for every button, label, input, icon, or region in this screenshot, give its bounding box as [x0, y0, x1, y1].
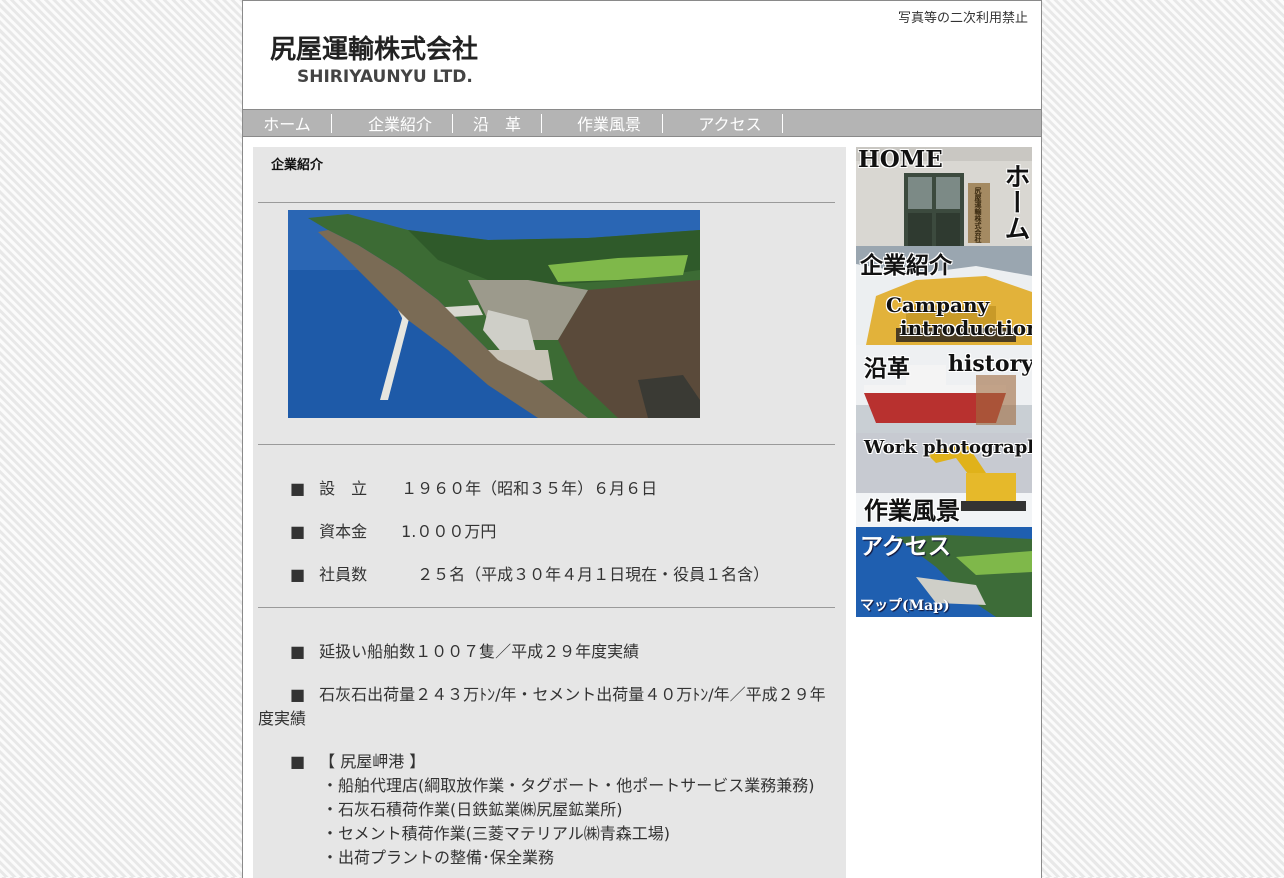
bullet-icon: ■: [290, 522, 306, 541]
company-name-en: SHIRIYAUNYU LTD.: [297, 67, 473, 87]
nav-separator: [331, 114, 332, 133]
info-port-title: ■ 【 尻屋岬港 】: [290, 752, 426, 771]
info-ships: ■ 延扱い船舶数１００７隻／平成２９年度実績: [290, 642, 640, 661]
nav-separator: [452, 114, 453, 133]
aerial-photo: [288, 210, 700, 418]
sidebar-company-en1: Campany: [886, 293, 990, 317]
sidebar-access-button[interactable]: アクセス マップ(Map): [856, 527, 1032, 617]
company-sign: 尻屋運輸株式会社: [974, 187, 983, 243]
sidebar-home-button[interactable]: HOME ホーム 尻屋運輸株式会社: [856, 147, 1032, 246]
sidebar-company-jp: 企業紹介: [860, 252, 952, 279]
nav-item-work[interactable]: 作業風景: [569, 114, 649, 134]
copyright-notice: 写真等の二次利用禁止: [897, 11, 1028, 26]
sidebar-company-button[interactable]: 企業紹介 Campany introduction: [856, 246, 1032, 345]
sidebar-home-en: HOME: [858, 147, 943, 173]
bullet-icon: ■: [290, 479, 306, 498]
nav-item-access[interactable]: アクセス: [690, 114, 770, 134]
info-label: 社員数: [319, 565, 368, 584]
info-established: ■ 設 立 １９６０年（昭和３５年）６月６日: [290, 475, 657, 499]
info-value: １９６０年（昭和３５年）６月６日: [401, 479, 658, 498]
info-shipment-cont: 度実績: [258, 709, 307, 728]
sidebar-work-button[interactable]: Work photograph 作業風景: [856, 433, 1032, 527]
nav-bar: ホーム 企業紹介 沿 革 作業風景 アクセス: [243, 109, 1041, 137]
sidebar-access-en: マップ(Map): [860, 598, 950, 614]
info-label: 設 立: [319, 479, 368, 498]
info-capital: ■ 資本金 1.０００万円: [290, 518, 496, 542]
nav-separator: [662, 114, 663, 133]
sidebar-history-button[interactable]: 沿革 history: [856, 345, 1032, 433]
port-item: ・セメント積荷作業(三菱マテリアル㈱青森工場): [322, 824, 671, 843]
info-value: ２５名（平成３０年４月１日現在・役員１名含）: [417, 565, 770, 584]
sidebar-access-jp: アクセス: [860, 533, 951, 560]
nav-separator: [782, 114, 783, 133]
info-label: 資本金: [319, 522, 368, 541]
nav-item-history[interactable]: 沿 革: [465, 114, 529, 134]
divider: [258, 202, 835, 203]
info-value: 1.０００万円: [401, 522, 497, 541]
nav-separator: [541, 114, 542, 133]
info-shipment: ■ 石灰石出荷量２４３万ﾄﾝ/年・セメント出荷量４０万ﾄﾝ/年／平成２９年: [290, 685, 826, 704]
nav-item-company[interactable]: 企業紹介: [361, 114, 439, 134]
main-content: 企業紹介 ■ 設 立 １９６０年（昭和３５年）６月６日 ■ 資本金 1.０００万…: [253, 147, 846, 878]
bullet-icon: ■: [290, 565, 306, 584]
header: 写真等の二次利用禁止 尻屋運輸株式会社 SHIRIYAUNYU LTD.: [243, 1, 1041, 109]
sidebar-history-en: history: [948, 351, 1032, 377]
info-employees: ■ 社員数 ２５名（平成３０年４月１日現在・役員１名含）: [290, 561, 769, 585]
port-item: ・出荷プラントの整備･保全業務: [322, 848, 555, 867]
port-item: ・石灰石積荷作業(日鉄鉱業㈱尻屋鉱業所): [322, 800, 623, 819]
bullet-icon: ■: [290, 642, 306, 661]
sidebar-work-jp: 作業風景: [864, 496, 960, 525]
bullet-icon: ■: [290, 685, 306, 704]
divider: [258, 607, 835, 608]
nav-item-home[interactable]: ホーム: [255, 114, 319, 134]
port-item: ・船舶代理店(綱取放作業・タグボート・他ポートサービス業務兼務): [322, 776, 815, 795]
page-container: 写真等の二次利用禁止 尻屋運輸株式会社 SHIRIYAUNYU LTD. ホーム…: [242, 0, 1042, 878]
sidebar-work-en: Work photograph: [864, 437, 1032, 458]
sidebar-history-jp: 沿革: [864, 355, 910, 382]
section-title: 企業紹介: [271, 158, 324, 173]
bullet-icon: ■: [290, 752, 306, 771]
company-name: 尻屋運輸株式会社: [270, 35, 479, 65]
sidebar-home-jp: ホーム: [1000, 163, 1030, 241]
divider: [258, 444, 835, 445]
sidebar-company-en2: introduction: [900, 316, 1032, 340]
